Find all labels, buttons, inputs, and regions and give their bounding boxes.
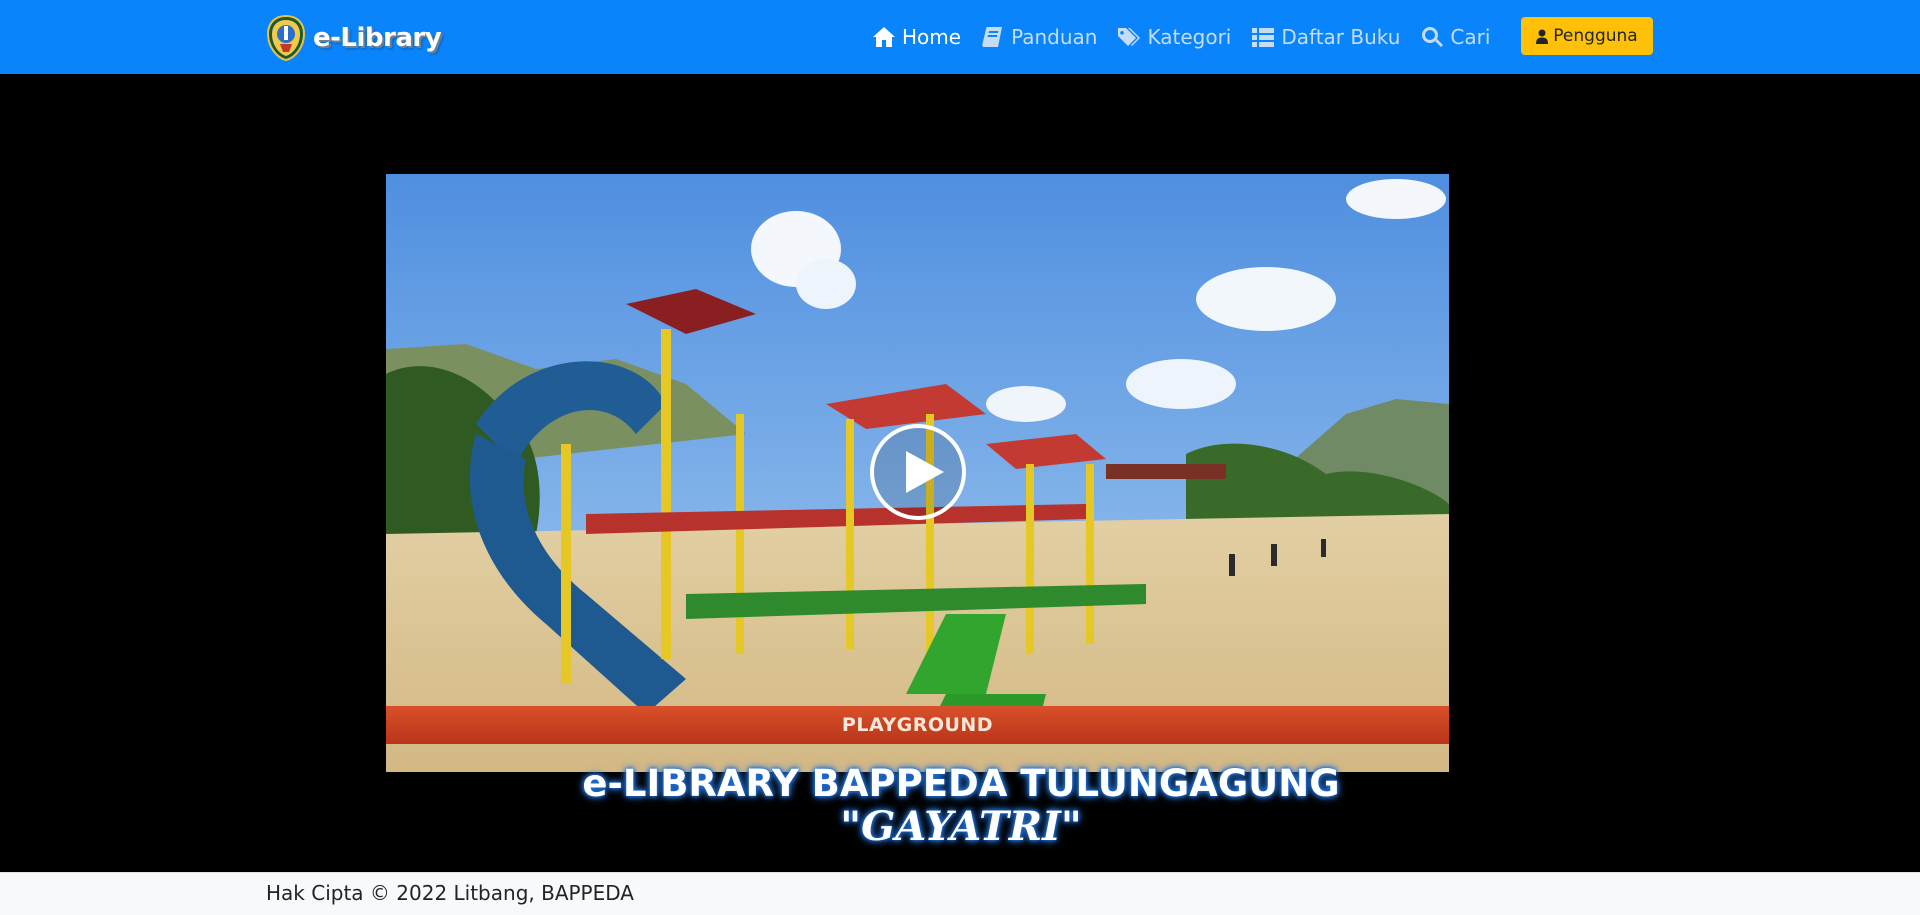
video-player[interactable]: PLAYGROUND: [386, 174, 1449, 772]
nav-item-home-label: Home: [902, 25, 962, 49]
book-icon: [982, 27, 1003, 47]
navbar: e-Library Home Panduan Kategori Daftar B…: [0, 0, 1920, 74]
tags-icon: [1118, 28, 1141, 46]
nav-item-kategori[interactable]: Kategori: [1117, 25, 1231, 49]
emblem-icon: [266, 14, 306, 62]
nav-item-home[interactable]: Home: [872, 25, 961, 49]
brand-title: e-Library: [313, 23, 442, 53]
footer: Hak Cipta © 2022 Litbang, BAPPEDA: [0, 872, 1920, 915]
nav-item-cari-label: Cari: [1450, 25, 1491, 49]
nav-item-daftar-buku[interactable]: Daftar Buku: [1251, 25, 1400, 49]
home-icon: [873, 27, 895, 47]
user-icon: [1536, 29, 1549, 44]
nav-item-daftar-buku-label: Daftar Buku: [1281, 25, 1401, 49]
hero-subtitle: "GAYATRI": [840, 803, 1082, 850]
nav-item-cari[interactable]: Cari: [1420, 25, 1490, 49]
nav-item-kategori-label: Kategori: [1147, 25, 1232, 49]
hero-title: e-LIBRARY BAPPEDA TULUNGAGUNG: [582, 762, 1340, 805]
play-icon: [906, 451, 944, 493]
list-icon: [1252, 28, 1275, 47]
user-button-label: Pengguna: [1553, 26, 1638, 46]
video-banner-text: PLAYGROUND: [841, 714, 994, 736]
brand-link[interactable]: e-Library: [266, 14, 442, 62]
user-button[interactable]: Pengguna: [1521, 17, 1653, 55]
search-icon: [1422, 27, 1444, 47]
video-banner: PLAYGROUND: [386, 706, 1449, 744]
nav-item-panduan-label: Panduan: [1011, 25, 1098, 49]
nav-menu: Home Panduan Kategori Daftar Buku Cari: [872, 21, 1510, 53]
copyright-text: Hak Cipta © 2022 Litbang, BAPPEDA: [266, 881, 634, 905]
nav-item-panduan[interactable]: Panduan: [981, 25, 1097, 49]
play-button[interactable]: [870, 424, 966, 520]
